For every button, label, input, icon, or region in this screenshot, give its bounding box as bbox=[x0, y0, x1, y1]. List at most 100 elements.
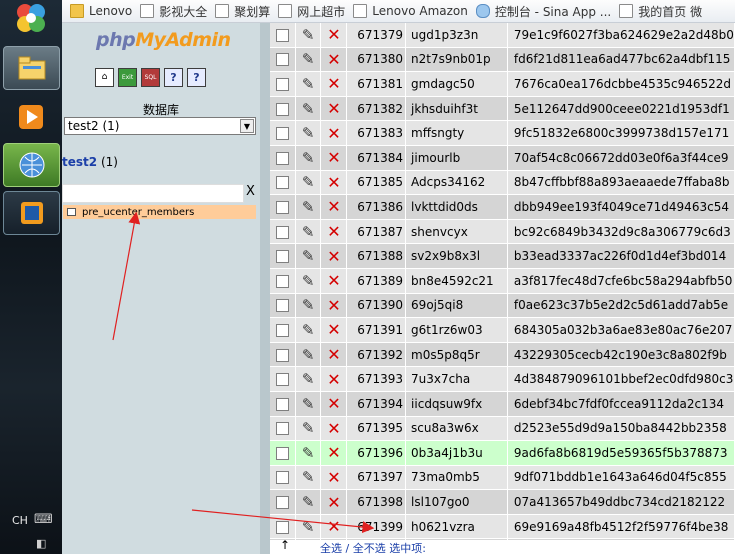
bookmark-supermarket[interactable]: 网上超市 bbox=[278, 3, 345, 20]
pencil-icon[interactable]: ✎ bbox=[302, 26, 315, 44]
row-checkbox[interactable] bbox=[275, 250, 289, 264]
table-row[interactable]: ✎ ✕ 671386 lvkttdid0ds dbb949ee193f4049ce71d… bbox=[270, 194, 735, 220]
file-manager-icon[interactable] bbox=[3, 46, 60, 90]
delete-icon[interactable]: ✕ bbox=[327, 173, 340, 192]
documentation-icon[interactable]: ? bbox=[164, 68, 183, 87]
table-row[interactable]: ✎ ✕ 671382 jkhsduihf3t 5e112647dd900ceee0221… bbox=[270, 96, 735, 122]
pencil-icon[interactable]: ✎ bbox=[302, 124, 315, 142]
pencil-icon[interactable]: ✎ bbox=[302, 223, 315, 241]
input-method-indicator[interactable]: CH bbox=[12, 514, 28, 527]
bookmark-sina-app[interactable]: 控制台 - Sina App ... bbox=[475, 3, 611, 20]
table-row[interactable]: ✎ ✕ 671394 iicdqsuw9fx 6debf34bc7fdf0fccea91… bbox=[270, 391, 735, 417]
table-list-item[interactable]: pre_ucenter_members bbox=[63, 205, 256, 219]
row-checkbox[interactable] bbox=[275, 373, 289, 387]
delete-icon[interactable]: ✕ bbox=[327, 443, 340, 462]
pencil-icon[interactable]: ✎ bbox=[302, 346, 315, 364]
table-row[interactable]: ✎ ✕ 671384 jimourlb 70af54c8c06672dd03e0f6a3… bbox=[270, 145, 735, 171]
delete-icon[interactable]: ✕ bbox=[327, 394, 340, 413]
row-checkbox[interactable] bbox=[275, 348, 289, 362]
delete-icon[interactable]: ✕ bbox=[327, 247, 340, 266]
row-checkbox[interactable] bbox=[275, 200, 289, 214]
row-checkbox[interactable] bbox=[275, 151, 289, 165]
delete-icon[interactable]: ✕ bbox=[327, 148, 340, 167]
delete-icon[interactable]: ✕ bbox=[327, 468, 340, 487]
delete-icon[interactable]: ✕ bbox=[327, 222, 340, 241]
table-row[interactable]: ✎ ✕ 671387 shenvcyx bc92c6849b3432d9c8a30677… bbox=[270, 219, 735, 245]
delete-icon[interactable]: ✕ bbox=[327, 50, 340, 69]
pencil-icon[interactable]: ✎ bbox=[302, 50, 315, 68]
media-player-icon[interactable] bbox=[3, 96, 58, 138]
delete-icon[interactable]: ✕ bbox=[327, 320, 340, 339]
delete-icon[interactable]: ✕ bbox=[327, 197, 340, 216]
pencil-icon[interactable]: ✎ bbox=[302, 493, 315, 511]
table-row[interactable]: ✎ ✕ 671395 scu8a3w6x d2523e55d9d9a150ba8442b… bbox=[270, 416, 735, 442]
bookmark-lenovo-amazon[interactable]: Lenovo Amazon bbox=[353, 4, 468, 18]
pencil-icon[interactable]: ✎ bbox=[302, 321, 315, 339]
table-row[interactable]: ✎ ✕ 671385 Adcps34162 8b47cffbbf88a893aeaaed… bbox=[270, 170, 735, 196]
row-checkbox[interactable] bbox=[275, 77, 289, 91]
virtualbox-icon[interactable] bbox=[3, 191, 60, 235]
sql-query-icon[interactable]: SQL bbox=[141, 68, 160, 87]
clear-filter-button[interactable]: X bbox=[246, 184, 255, 199]
row-checkbox[interactable] bbox=[275, 225, 289, 239]
delete-icon[interactable]: ✕ bbox=[327, 99, 340, 118]
row-checkbox[interactable] bbox=[275, 446, 289, 460]
table-row[interactable]: ✎ ✕ 671397 73ma0mb5 9df071bddb1e1643a646d04f… bbox=[270, 465, 735, 491]
pencil-icon[interactable]: ✎ bbox=[302, 247, 315, 265]
table-row[interactable]: ✎ ✕ 671391 g6t1rz6w03 684305a032b3a6ae83e80a… bbox=[270, 317, 735, 343]
table-row[interactable]: ✎ ✕ 671389 bn8e4592c21 a3f817fec48d7cfe6bc58… bbox=[270, 268, 735, 294]
row-checkbox[interactable] bbox=[275, 422, 289, 436]
table-row[interactable]: ✎ ✕ 671399 h0621vzra 69e9169a48fb4512f2f5977… bbox=[270, 514, 735, 540]
table-row[interactable]: ✎ ✕ 671383 mffsngty 9fc51832e6800c3999738d15… bbox=[270, 120, 735, 146]
table-row[interactable]: ✎ ✕ 671393 7u3x7cha 4d384879096101bbef2ec0df… bbox=[270, 366, 735, 392]
network-icon[interactable]: ◧ bbox=[36, 537, 46, 550]
phpmyadmin-logo[interactable]: phpMyAdmin bbox=[96, 29, 231, 51]
pencil-icon[interactable]: ✎ bbox=[302, 100, 315, 118]
pencil-icon[interactable]: ✎ bbox=[302, 370, 315, 388]
frame-divider[interactable] bbox=[260, 23, 270, 554]
delete-icon[interactable]: ✕ bbox=[327, 370, 340, 389]
delete-icon[interactable]: ✕ bbox=[327, 517, 340, 536]
table-name-link[interactable]: pre_ucenter_members bbox=[82, 207, 194, 218]
table-filter-input[interactable] bbox=[62, 184, 244, 203]
pencil-icon[interactable]: ✎ bbox=[302, 419, 315, 437]
table-row[interactable]: ✎ ✕ 671390 69oj5qi8 f0ae623c37b5e2d2c5d61add… bbox=[270, 293, 735, 319]
pencil-icon[interactable]: ✎ bbox=[302, 75, 315, 93]
table-row[interactable]: ✎ ✕ 671392 m0s5p8q5r 43229305cecb42c190e3c8a… bbox=[270, 342, 735, 368]
table-row[interactable]: ✎ ✕ 671396 0b3a4j1b3u 9ad6fa8b6819d5e59365f5… bbox=[270, 440, 735, 466]
bookmark-video[interactable]: 影视大全 bbox=[140, 3, 207, 20]
start-logo-icon[interactable] bbox=[3, 0, 58, 36]
row-checkbox[interactable] bbox=[275, 496, 289, 510]
pencil-icon[interactable]: ✎ bbox=[302, 444, 315, 462]
row-checkbox[interactable] bbox=[275, 471, 289, 485]
row-checkbox[interactable] bbox=[275, 28, 289, 42]
row-checkbox[interactable] bbox=[275, 397, 289, 411]
row-checkbox[interactable] bbox=[275, 520, 289, 534]
pencil-icon[interactable]: ✎ bbox=[302, 198, 315, 216]
home-icon[interactable]: ⌂ bbox=[95, 68, 114, 87]
table-row[interactable]: ✎ ✕ 671388 sv2x9b8x3l b33ead3337ac226f0d1d4e… bbox=[270, 243, 735, 269]
table-row[interactable]: ✎ ✕ 671380 n2t7s9nb01p fd6f21d811ea6ad477bc6… bbox=[270, 47, 735, 73]
row-checkbox[interactable] bbox=[275, 274, 289, 288]
table-row[interactable]: ✎ ✕ 671381 gmdagc50 7676ca0ea176dcbbe4535c94… bbox=[270, 71, 735, 97]
sql-docs-icon[interactable]: ? bbox=[187, 68, 206, 87]
pencil-icon[interactable]: ✎ bbox=[302, 272, 315, 290]
delete-icon[interactable]: ✕ bbox=[327, 74, 340, 93]
browser-icon[interactable] bbox=[3, 143, 60, 187]
pencil-icon[interactable]: ✎ bbox=[302, 296, 315, 314]
row-checkbox[interactable] bbox=[275, 53, 289, 67]
bookmark-lenovo[interactable]: Lenovo bbox=[70, 4, 132, 18]
delete-icon[interactable]: ✕ bbox=[327, 419, 340, 438]
pencil-icon[interactable]: ✎ bbox=[302, 395, 315, 413]
delete-icon[interactable]: ✕ bbox=[327, 124, 340, 143]
keyboard-icon[interactable]: ⌨ bbox=[34, 512, 53, 527]
row-checkbox[interactable] bbox=[275, 102, 289, 116]
pencil-icon[interactable]: ✎ bbox=[302, 173, 315, 191]
row-checkbox[interactable] bbox=[275, 323, 289, 337]
chevron-down-icon[interactable]: ▼ bbox=[240, 119, 254, 133]
delete-icon[interactable]: ✕ bbox=[327, 25, 340, 44]
select-all-links[interactable]: 全选 / 全不选 选中项: bbox=[320, 540, 426, 554]
row-checkbox[interactable] bbox=[275, 176, 289, 190]
database-link[interactable]: test2 bbox=[62, 155, 97, 169]
pencil-icon[interactable]: ✎ bbox=[302, 149, 315, 167]
